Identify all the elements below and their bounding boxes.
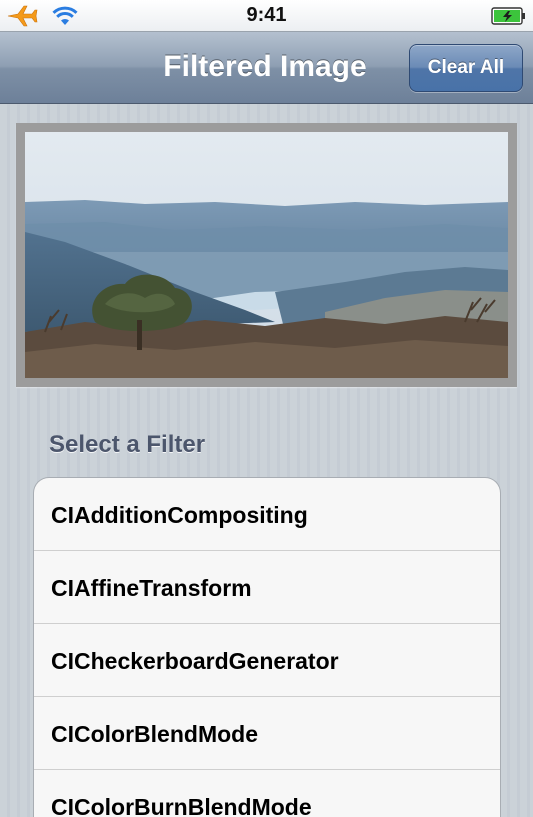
- filter-item[interactable]: CICheckerboardGenerator: [34, 624, 500, 697]
- filtered-image: [25, 132, 508, 378]
- page-title: Filtered Image: [163, 50, 367, 83]
- filter-item[interactable]: CIColorBurnBlendMode: [34, 770, 500, 817]
- filtered-image-frame: [16, 123, 517, 387]
- navigation-bar: Filtered Image Clear All: [0, 32, 533, 104]
- status-time: 9:41: [246, 4, 287, 26]
- status-bar: 9:41: [0, 0, 533, 32]
- battery-icon: [491, 7, 525, 25]
- filter-item[interactable]: CIAdditionCompositing: [34, 478, 500, 551]
- section-header: Select a Filter: [49, 431, 206, 458]
- filter-item[interactable]: CIAffineTransform: [34, 551, 500, 624]
- filter-item[interactable]: CIColorBlendMode: [34, 697, 500, 770]
- clear-all-button[interactable]: Clear All: [409, 44, 523, 92]
- filter-list: CIAdditionCompositing CIAffineTransform …: [33, 477, 501, 817]
